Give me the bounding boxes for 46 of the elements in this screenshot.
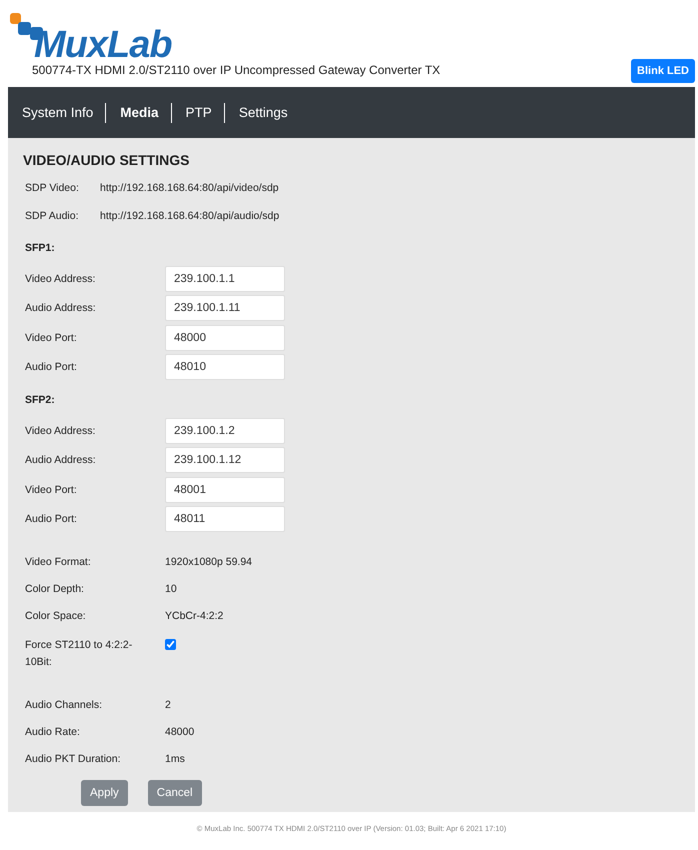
field-label: Video Port: (25, 484, 78, 496)
checkbox[interactable] (165, 639, 176, 650)
input-field[interactable]: 48001 (165, 476, 285, 503)
field-label: SDP Video: (25, 182, 80, 194)
field-value: 1920x1080p 59.94 (165, 556, 252, 568)
input-field[interactable]: 239.100.1.2 (165, 418, 285, 444)
field-value: 2 (165, 698, 171, 710)
field-label: Video Address: (25, 424, 96, 437)
field-value: 1ms (165, 752, 185, 764)
nav-tab[interactable]: PTP (186, 105, 224, 120)
input-field[interactable]: 48011 (165, 506, 285, 532)
section-title: VIDEO/AUDIO SETTINGS (23, 152, 190, 168)
field-label: Video Address: (25, 272, 96, 285)
field-value: http://192.168.168.64:80/api/video/sdp (100, 182, 279, 194)
field-label: Color Space: (25, 610, 87, 622)
cancel-button[interactable]: Cancel (148, 780, 202, 806)
input-field[interactable]: 239.100.1.12 (165, 447, 285, 474)
field-value: 48000 (165, 726, 194, 738)
field-label: Audio PKT Duration: (25, 752, 122, 764)
nav-tab[interactable]: Settings (238, 105, 300, 120)
nav-tab[interactable]: System Info (22, 105, 106, 120)
input-field[interactable]: 239.100.1.1 (165, 266, 285, 292)
field-label: Force ST2110 to 4:2:2-10Bit: (25, 638, 134, 670)
field-label: Audio Rate: (25, 726, 81, 738)
field-label: Audio Port: (25, 513, 78, 526)
input-field[interactable]: 48010 (165, 354, 285, 380)
group-heading: SFP1: (25, 242, 56, 256)
apply-button[interactable]: Apply (81, 780, 128, 806)
field-label: SDP Audio: (25, 210, 80, 222)
field-label: Audio Address: (25, 454, 97, 466)
field-label: Audio Address: (25, 302, 97, 314)
field-value: YCbCr-4:2:2 (165, 610, 224, 622)
input-field[interactable]: 48000 (165, 324, 285, 351)
logo-text: MuxLab (34, 23, 172, 66)
nav-tab[interactable]: Media (120, 105, 171, 120)
field-value: http://192.168.168.64:80/api/audio/sdp (100, 210, 280, 222)
field-label: Video Format: (25, 556, 92, 568)
field-label: Audio Channels: (25, 698, 104, 710)
group-heading: SFP2: (25, 394, 56, 408)
field-value: 10 (165, 582, 177, 594)
product-title: 500774-TX HDMI 2.0/ST2110 over IP Uncompressed Gateway Converter TX (32, 63, 440, 77)
field-label: Video Port: (25, 332, 78, 344)
field-label: Color Depth: (25, 582, 85, 594)
input-field[interactable]: 239.100.1.11 (165, 295, 285, 322)
blink-led-button[interactable]: Blink LED (631, 59, 695, 83)
field-label: Audio Port: (25, 361, 78, 374)
